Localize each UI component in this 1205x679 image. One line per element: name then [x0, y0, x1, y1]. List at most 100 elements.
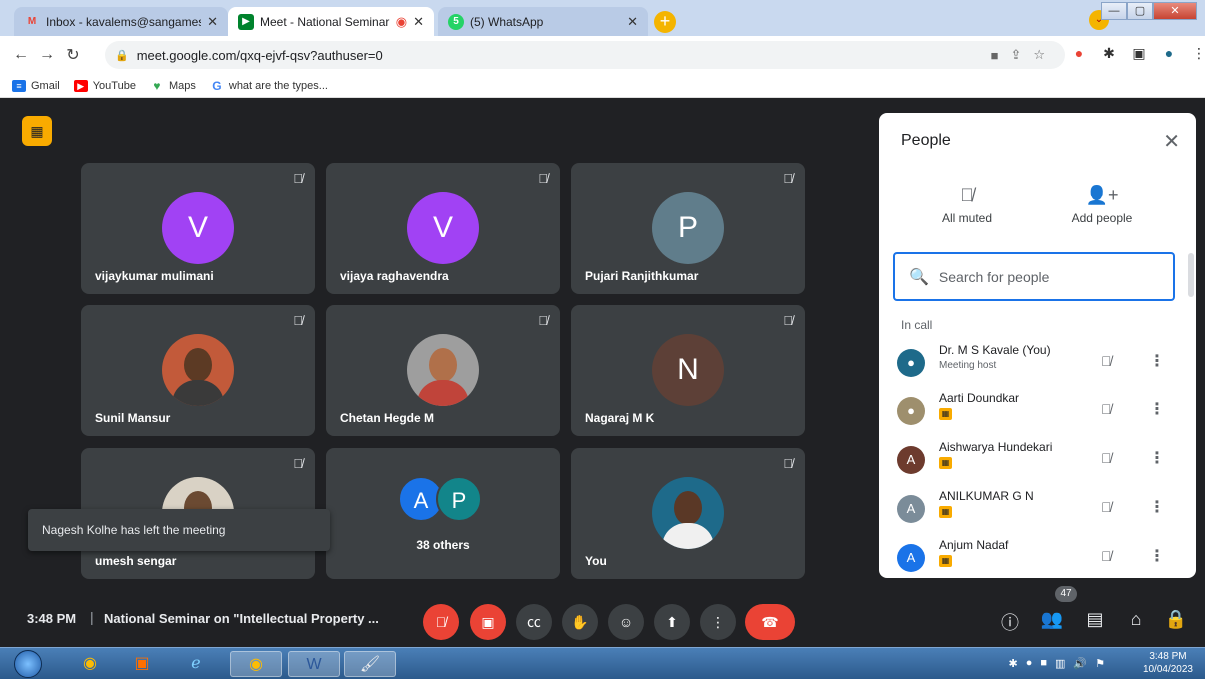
taskbar-clock[interactable]: 3:48 PM 10/04/2023 — [1143, 650, 1193, 676]
internet-explorer-icon[interactable]: ℯ — [170, 651, 222, 677]
taskbar-date: 10/04/2023 — [1142, 664, 1193, 675]
camera-off-icon[interactable]: ▣ — [470, 604, 506, 640]
tab-whatsapp[interactable]: 5 (5) WhatsApp ✕ — [438, 7, 648, 36]
more-options-icon[interactable]: ⋮ — [1149, 546, 1165, 566]
emoji-icon[interactable]: ☺ — [608, 604, 644, 640]
meet-stage: ▦ 🎙̸ V vijaykumar mulimani 🎙̸ V vijaya r… — [0, 98, 1205, 647]
mic-off-icon[interactable]: 🎙̸ — [1101, 353, 1112, 369]
lock-icon[interactable]: 🔒 — [115, 49, 129, 62]
close-icon[interactable]: ✕ — [207, 14, 218, 30]
participant-tile[interactable]: 🎙̸ Sunil Mansur — [81, 305, 315, 436]
scrollbar[interactable] — [1188, 253, 1194, 297]
list-item[interactable]: ● Dr. M S Kavale (You) Meeting host 🎙̸ ⋮ — [879, 339, 1196, 387]
tab-inbox[interactable]: M Inbox - kavalems@sangameshwa ✕ — [14, 7, 228, 36]
more-options-icon[interactable]: ⋮ — [1149, 351, 1165, 371]
chrome-taskbar-icon[interactable]: ◉ — [64, 651, 116, 677]
close-icon[interactable]: ✕ — [413, 14, 424, 30]
self-tile[interactable]: 🎙̸ You — [571, 448, 805, 579]
bookmark-maps[interactable]: ♥ Maps — [150, 80, 195, 92]
add-people-button[interactable]: 👤+ Add people — [1047, 185, 1157, 225]
close-icon[interactable]: ✕ — [1163, 129, 1180, 154]
extension-icon[interactable]: ● — [1070, 45, 1088, 62]
action-label: All muted — [941, 211, 993, 225]
bluetooth-icon[interactable]: ✱ — [1008, 657, 1017, 670]
maximize-icon[interactable]: ▢ — [1127, 2, 1153, 20]
url-input[interactable]: 🔒 meet.google.com/qxq-ejvf-qsv?authuser=… — [105, 41, 1065, 69]
bookmark-star-icon[interactable]: ☆ — [1033, 47, 1045, 63]
list-item[interactable]: A Aishwarya Hundekari ▦ 🎙̸ ⋮ — [879, 436, 1196, 484]
tab-meet[interactable]: ▶ Meet - National Seminar on ◉ ✕ — [228, 7, 434, 36]
forward-icon[interactable]: → — [34, 46, 60, 64]
more-options-icon[interactable]: ⋮ — [1149, 448, 1165, 468]
meeting-info-icon[interactable]: ⓘ — [998, 609, 1022, 635]
raise-hand-icon[interactable]: ✋ — [562, 604, 598, 640]
tray-app-icon[interactable]: ● — [1026, 657, 1033, 670]
more-options-icon[interactable]: ⋮ — [1149, 497, 1165, 517]
mic-off-icon[interactable]: 🎙̸ — [1101, 450, 1112, 466]
participant-tile[interactable]: 🎙̸ P Pujari Ranjithkumar — [571, 163, 805, 294]
recording-icon: ◉ — [395, 13, 408, 29]
profile-avatar-icon[interactable]: ● — [1160, 45, 1178, 62]
word-icon[interactable]: W — [288, 651, 340, 677]
network-icon[interactable]: ▥ — [1055, 657, 1065, 670]
mic-off-icon[interactable]: 🎙̸ — [1101, 499, 1112, 515]
bookmark-google-search[interactable]: G what are the types... — [210, 80, 328, 92]
participant-name: umesh sengar — [95, 554, 177, 568]
hide-video-icon[interactable]: ▦ — [22, 116, 52, 146]
mic-off-icon[interactable]: 🎙̸ — [423, 604, 459, 640]
search-icon: 🔍 — [909, 268, 929, 286]
search-input[interactable]: 🔍 Search for people — [893, 252, 1175, 301]
others-avatars: A P — [398, 476, 488, 522]
close-icon[interactable]: ✕ — [627, 14, 638, 30]
participant-name: vijaya raghavendra — [340, 269, 449, 283]
url-text: meet.google.com/qxq-ejvf-qsv?authuser=0 — [136, 47, 383, 63]
people-icon[interactable]: 👥 — [1040, 609, 1064, 630]
end-call-icon[interactable]: ☎ — [745, 604, 795, 640]
mic-off-icon[interactable]: 🎙̸ — [1101, 548, 1112, 564]
browser-menu-icon[interactable]: ⋮ — [1190, 45, 1205, 62]
list-item[interactable]: A Anjum Nadaf ▦ 🎙̸ ⋮ — [879, 534, 1196, 578]
list-item[interactable]: A ANILKUMAR G N ▦ 🎙̸ ⋮ — [879, 485, 1196, 533]
gmail-icon: M — [27, 16, 37, 27]
mic-off-icon: 🎙̸ — [538, 313, 548, 328]
participant-tile[interactable]: 🎙̸ V vijaykumar mulimani — [81, 163, 315, 294]
reload-icon[interactable]: ↻ — [60, 45, 86, 65]
participant-name: Sunil Mansur — [95, 411, 171, 425]
minimize-icon[interactable]: — — [1101, 2, 1127, 20]
volume-icon[interactable]: 🔊 — [1073, 657, 1087, 670]
tray-app-icon[interactable]: ■ — [1040, 657, 1047, 670]
mic-off-icon[interactable]: 🎙̸ — [1101, 401, 1112, 417]
back-icon[interactable]: ← — [8, 46, 34, 64]
more-options-icon[interactable]: ⋮ — [1149, 399, 1165, 419]
chrome-active-icon[interactable]: ◉ — [230, 651, 282, 677]
bookmark-gmail[interactable]: ≡ Gmail — [12, 79, 60, 92]
section-label: In call — [901, 318, 933, 332]
extensions-puzzle-icon[interactable]: ✱ — [1100, 45, 1118, 62]
bookmark-youtube[interactable]: ▶ YouTube — [73, 79, 136, 92]
start-button-icon[interactable] — [14, 650, 42, 678]
captions-icon[interactable]: ㏄ — [516, 604, 552, 640]
mic-off-icon: 🎙̸ — [538, 171, 548, 186]
activities-icon[interactable]: ⌂ — [1124, 609, 1148, 630]
window-close-icon[interactable]: ✕ — [1153, 2, 1197, 20]
list-item[interactable]: ● Aarti Doundkar ▦ 🎙̸ ⋮ — [879, 387, 1196, 435]
chat-icon[interactable]: ▤ — [1083, 609, 1107, 630]
participant-tile[interactable]: 🎙̸ V vijaya raghavendra — [326, 163, 560, 294]
new-tab-button[interactable]: + — [654, 11, 676, 33]
more-options-icon[interactable]: ⋮ — [700, 604, 736, 640]
extensions-area: ● ✱ ▣ ● ⋮ — [1070, 45, 1205, 62]
host-controls-icon[interactable]: 🔒 — [1164, 609, 1188, 630]
present-screen-icon[interactable]: ⬆ — [654, 604, 690, 640]
sidebar-icon[interactable]: ▣ — [1130, 45, 1148, 62]
avatar — [652, 476, 724, 549]
participant-tile[interactable]: 🎙̸ Chetan Hegde M — [326, 305, 560, 436]
all-muted-button[interactable]: 🎙̸ All muted — [912, 185, 1022, 225]
camera-icon[interactable]: ■ — [991, 48, 999, 63]
flag-icon[interactable]: ⚑ — [1095, 657, 1105, 670]
participant-tile[interactable]: 🎙̸ N Nagaraj M K — [571, 305, 805, 436]
media-player-icon[interactable]: ▣ — [116, 651, 168, 677]
paint-icon[interactable]: 🖌 — [344, 651, 396, 677]
participant-name: Anjum Nadaf — [939, 538, 1009, 552]
others-tile[interactable]: A P 38 others — [326, 448, 560, 579]
share-icon[interactable]: ⇪ — [1010, 47, 1021, 63]
